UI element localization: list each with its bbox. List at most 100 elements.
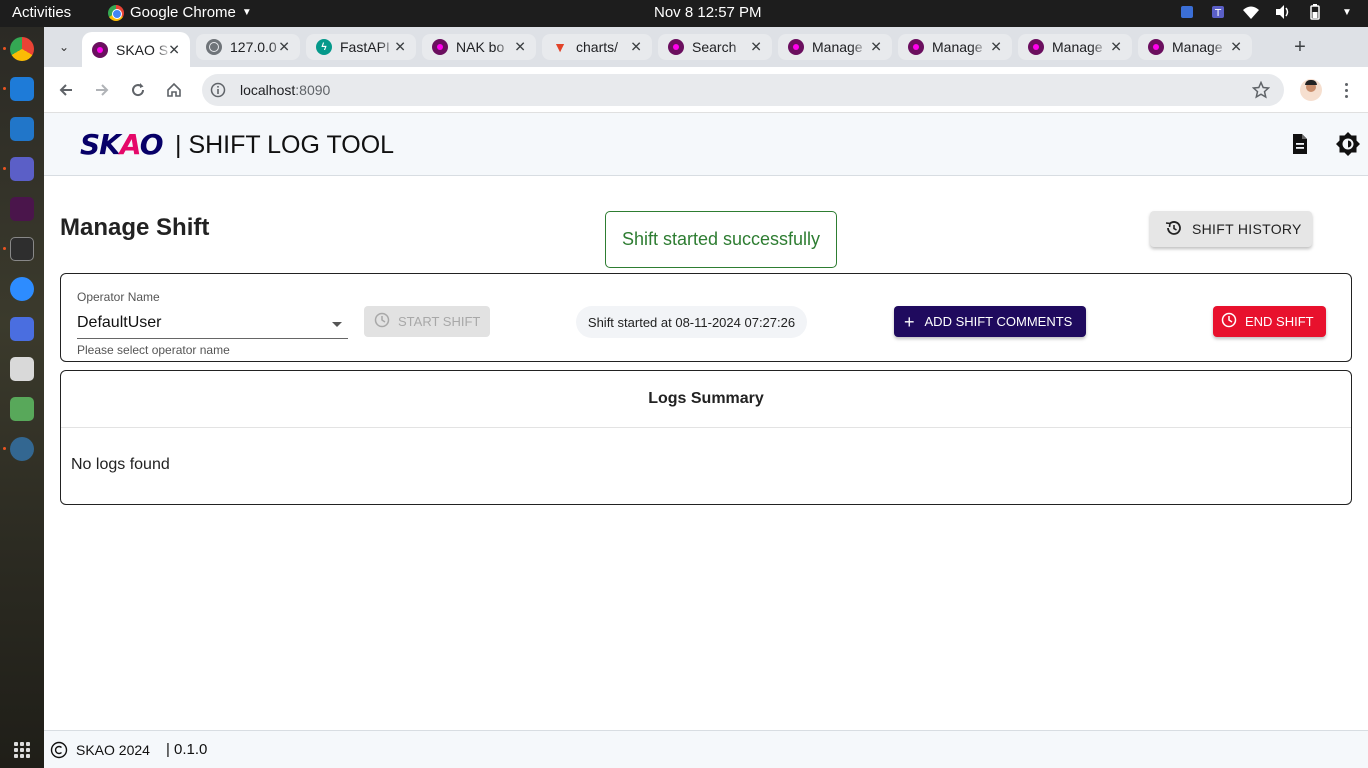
activities-button[interactable]: Activities — [12, 4, 71, 21]
site-info-icon[interactable] — [210, 82, 226, 98]
start-shift-label: START SHIFT — [398, 314, 481, 329]
close-tab-icon[interactable]: ✕ — [1230, 39, 1242, 56]
operator-name-value: DefaultUser — [77, 314, 162, 331]
terminal-dock-icon[interactable] — [10, 237, 34, 261]
end-shift-button[interactable]: END SHIFT — [1213, 306, 1326, 337]
browser-window: ⌄ SKAO S ✕ 127.0.0 ✕ ϟ FastAPI ✕ NAK bo ✕ ▼ charts… — [44, 27, 1368, 768]
wifi-icon[interactable] — [1242, 3, 1260, 21]
close-tab-icon[interactable]: ✕ — [394, 39, 406, 56]
vscode-dock-icon[interactable] — [10, 77, 34, 101]
browser-tab[interactable]: ϟ FastAPI ✕ — [306, 34, 416, 60]
fastapi-icon: ϟ — [316, 39, 332, 55]
gitlab-icon: ▼ — [553, 39, 567, 55]
image-viewer-dock-icon[interactable] — [10, 397, 34, 421]
browser-tab[interactable]: Manage ✕ — [1018, 34, 1132, 60]
profile-avatar[interactable] — [1300, 79, 1322, 101]
teams-icon[interactable]: T — [1210, 3, 1228, 21]
shift-started-chip: Shift started at 08-11-2024 07:27:26 — [576, 306, 807, 338]
dock — [0, 27, 44, 768]
skao-icon — [1148, 39, 1164, 55]
address-bar[interactable]: localhost:8090 — [202, 74, 1284, 106]
home-icon[interactable] — [163, 79, 185, 101]
shift-history-button[interactable]: SHIFT HISTORY — [1150, 211, 1312, 247]
web-page: SKAO | SHIFT LOG TOOL Manage Shift Shift… — [44, 113, 1368, 768]
system-tray[interactable]: T ▼ — [1178, 3, 1356, 21]
close-tab-icon[interactable]: ✕ — [1110, 39, 1122, 56]
start-shift-button[interactable]: START SHIFT — [364, 306, 490, 337]
browser-tab[interactable]: Manage ✕ — [778, 34, 892, 60]
theme-toggle-icon[interactable] — [1336, 132, 1360, 156]
zoom-dock-icon[interactable] — [10, 277, 34, 301]
browser-tab[interactable]: SKAO S ✕ — [82, 32, 190, 67]
close-tab-icon[interactable]: ✕ — [870, 39, 882, 56]
clock-icon — [374, 312, 390, 331]
screenshot-dock-icon[interactable] — [10, 317, 34, 341]
skao-icon — [668, 39, 684, 55]
volume-icon[interactable] — [1274, 3, 1292, 21]
close-tab-icon[interactable]: ✕ — [750, 39, 762, 56]
power-menu-icon[interactable]: ▼ — [1338, 3, 1356, 21]
skao-icon — [432, 39, 448, 55]
skao-logo: SKAO — [80, 128, 163, 161]
files-dock-icon[interactable] — [10, 357, 34, 381]
tab-title: Manage — [812, 39, 863, 55]
operator-name-label: Operator Name — [77, 290, 160, 304]
logs-summary-title: Logs Summary — [61, 371, 1351, 428]
back-icon[interactable] — [55, 79, 77, 101]
app-footer: SKAO 2024 | 0.1.0 — [44, 730, 1368, 768]
chevron-down-icon: ▼ — [241, 7, 252, 18]
pycharm-dock-icon[interactable] — [10, 117, 34, 141]
tab-search-icon[interactable]: ⌄ — [52, 35, 76, 59]
operator-name-select[interactable]: DefaultUser — [77, 310, 348, 339]
tab-title: SKAO S — [116, 41, 169, 58]
browser-tab[interactable]: ▼ charts/ ✕ — [542, 34, 652, 60]
reload-icon[interactable] — [127, 79, 149, 101]
forward-icon[interactable] — [91, 79, 113, 101]
copyright-icon — [50, 741, 68, 759]
close-tab-icon[interactable]: ✕ — [630, 39, 642, 56]
app-menu[interactable]: Google Chrome ▼ — [108, 4, 252, 21]
close-tab-icon[interactable]: ✕ — [278, 39, 290, 56]
show-apps-icon[interactable] — [14, 742, 30, 758]
globe-icon — [206, 39, 222, 55]
skao-icon — [908, 39, 924, 55]
app-indicator-icon[interactable] — [1178, 3, 1196, 21]
logs-empty-message: No logs found — [71, 456, 170, 473]
running-indicator — [3, 247, 6, 250]
add-shift-comments-button[interactable]: + ADD SHIFT COMMENTS — [894, 306, 1086, 337]
clock-icon — [1221, 312, 1237, 331]
postgres-dock-icon[interactable] — [10, 437, 34, 461]
chrome-dock-icon[interactable] — [10, 37, 34, 61]
plus-icon: + — [904, 311, 915, 332]
browser-tab[interactable]: NAK bo ✕ — [422, 34, 536, 60]
system-top-bar: Activities Google Chrome ▼ Nov 8 12:57 P… — [0, 0, 1368, 27]
close-tab-icon[interactable]: ✕ — [168, 41, 180, 58]
running-indicator — [3, 47, 6, 50]
document-icon[interactable] — [1288, 132, 1312, 156]
browser-tab[interactable]: Manage ✕ — [898, 34, 1012, 60]
end-shift-label: END SHIFT — [1245, 314, 1314, 329]
close-tab-icon[interactable]: ✕ — [990, 39, 1002, 56]
slack-dock-icon[interactable] — [10, 197, 34, 221]
clock[interactable]: Nov 8 12:57 PM — [654, 4, 762, 21]
footer-copyright: SKAO 2024 — [76, 741, 150, 758]
browser-menu-icon[interactable] — [1338, 79, 1354, 101]
skao-icon — [1028, 39, 1044, 55]
add-shift-comments-label: ADD SHIFT COMMENTS — [924, 314, 1073, 329]
tab-title: Search — [692, 39, 737, 55]
running-indicator — [3, 167, 6, 170]
page-title: Manage Shift — [60, 214, 210, 241]
browser-tab[interactable]: 127.0.0 ✕ — [196, 34, 300, 60]
dropdown-arrow-icon — [332, 322, 342, 327]
bookmark-star-icon[interactable] — [1251, 80, 1271, 104]
url-text: localhost:8090 — [240, 82, 330, 98]
browser-tab[interactable]: Search ✕ — [658, 34, 772, 60]
footer-version: | 0.1.0 — [165, 741, 208, 758]
new-tab-icon[interactable]: + — [1288, 35, 1312, 59]
browser-tab[interactable]: Manage ✕ — [1138, 34, 1252, 60]
tab-title: Manage — [1172, 39, 1223, 55]
close-tab-icon[interactable]: ✕ — [514, 39, 526, 56]
battery-icon[interactable] — [1306, 3, 1324, 21]
app-title: | SHIFT LOG TOOL — [175, 131, 395, 159]
teams-dock-icon[interactable] — [10, 157, 34, 181]
